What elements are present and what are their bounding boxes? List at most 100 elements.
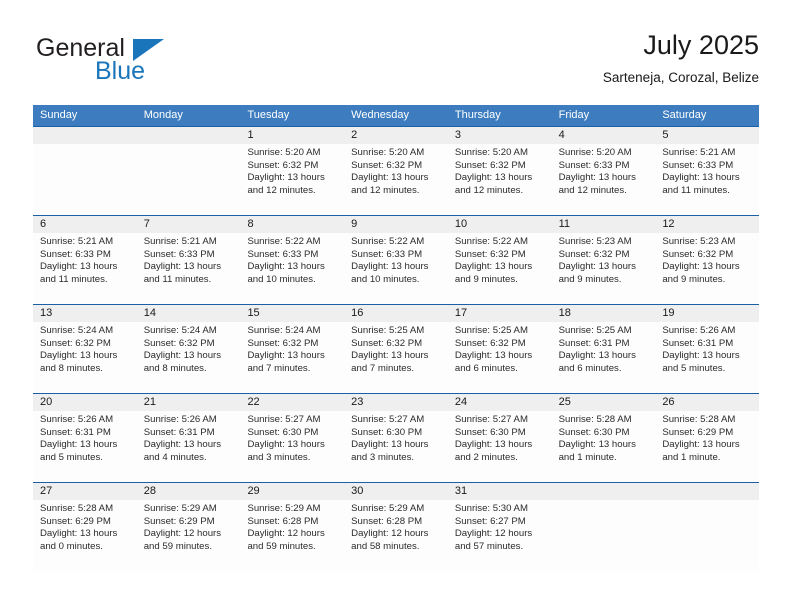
daylight-text: Daylight: 13 hours and 9 minutes. xyxy=(662,261,740,285)
calendar-day-cell-empty xyxy=(136,127,241,215)
day-number: 15 xyxy=(240,305,345,322)
calendar-day-cell[interactable]: 16 Sunrise: 5:25 AM Sunset: 6:32 PM Dayligh… xyxy=(344,305,448,393)
day-details: Sunrise: 5:20 AM Sunset: 6:33 PM Daylight:… xyxy=(552,144,656,197)
day-number: 1 xyxy=(240,127,345,144)
daylight-text: Daylight: 13 hours and 8 minutes. xyxy=(143,350,222,374)
day-number: 31 xyxy=(447,483,552,500)
day-details: Sunrise: 5:24 AM Sunset: 6:32 PM Daylight:… xyxy=(240,322,344,375)
calendar-day-cell[interactable]: 10 Sunrise: 5:22 AM Sunset: 6:32 PM Dayligh… xyxy=(447,216,552,304)
calendar-day-cell[interactable]: 24 Sunrise: 5:27 AM Sunset: 6:30 PM Dayligh… xyxy=(447,394,552,482)
sunset-text: Sunset: 6:33 PM xyxy=(662,159,734,171)
calendar-day-cell[interactable]: 28 Sunrise: 5:29 AM Sunset: 6:29 PM Dayligh… xyxy=(136,483,241,571)
sunrise-text: Sunrise: 5:20 AM xyxy=(351,147,425,158)
day-details: Sunrise: 5:29 AM Sunset: 6:28 PM Daylight:… xyxy=(240,500,344,553)
calendar-day-cell[interactable]: 1 Sunrise: 5:20 AM Sunset: 6:32 PM Daylight… xyxy=(240,127,345,215)
day-details: Sunrise: 5:25 AM Sunset: 6:32 PM Daylight:… xyxy=(448,322,552,375)
day-details: Sunrise: 5:20 AM Sunset: 6:32 PM Daylight:… xyxy=(240,144,344,197)
calendar-day-cell[interactable]: 30 Sunrise: 5:29 AM Sunset: 6:28 PM Dayligh… xyxy=(344,483,448,571)
calendar-day-cell[interactable]: 7 Sunrise: 5:21 AM Sunset: 6:33 PM Daylight… xyxy=(136,216,241,304)
calendar-page: General Blue July 2025 Sarteneja, Coroza… xyxy=(0,0,792,612)
day-details: Sunrise: 5:23 AM Sunset: 6:32 PM Daylight:… xyxy=(655,233,759,286)
calendar-day-cell[interactable]: 25 Sunrise: 5:28 AM Sunset: 6:30 PM Dayligh… xyxy=(551,394,656,482)
sunrise-text: Sunrise: 5:26 AM xyxy=(40,414,114,425)
calendar-day-cell[interactable]: 2 Sunrise: 5:20 AM Sunset: 6:32 PM Daylight… xyxy=(344,127,448,215)
sunrise-text: Sunrise: 5:24 AM xyxy=(247,325,321,336)
daylight-text: Daylight: 13 hours and 1 minute. xyxy=(662,439,740,463)
day-details: Sunrise: 5:24 AM Sunset: 6:32 PM Daylight:… xyxy=(137,322,241,375)
sunset-text: Sunset: 6:31 PM xyxy=(662,337,734,349)
sunset-text: Sunset: 6:32 PM xyxy=(351,337,423,349)
calendar-day-cell[interactable]: 14 Sunrise: 5:24 AM Sunset: 6:32 PM Dayligh… xyxy=(136,305,241,393)
calendar-day-cell[interactable]: 17 Sunrise: 5:25 AM Sunset: 6:32 PM Dayligh… xyxy=(447,305,552,393)
sunrise-text: Sunrise: 5:28 AM xyxy=(40,503,114,514)
sunset-text: Sunset: 6:27 PM xyxy=(454,515,526,527)
day-number: 19 xyxy=(655,305,760,322)
sunrise-text: Sunrise: 5:29 AM xyxy=(143,503,217,514)
calendar-day-cell[interactable]: 27 Sunrise: 5:28 AM Sunset: 6:29 PM Dayligh… xyxy=(33,483,137,571)
sunrise-text: Sunrise: 5:21 AM xyxy=(143,236,217,247)
daylight-text: Daylight: 13 hours and 11 minutes. xyxy=(143,261,222,285)
daylight-text: Daylight: 13 hours and 3 minutes. xyxy=(351,439,429,463)
calendar-day-cell[interactable]: 31 Sunrise: 5:30 AM Sunset: 6:27 PM Dayligh… xyxy=(447,483,552,571)
day-details: Sunrise: 5:25 AM Sunset: 6:31 PM Daylight:… xyxy=(552,322,656,375)
day-number: 17 xyxy=(447,305,552,322)
sunset-text: Sunset: 6:28 PM xyxy=(351,515,423,527)
calendar-day-cell[interactable]: 23 Sunrise: 5:27 AM Sunset: 6:30 PM Dayligh… xyxy=(344,394,448,482)
calendar-day-cell[interactable]: 12 Sunrise: 5:23 AM Sunset: 6:32 PM Dayligh… xyxy=(655,216,760,304)
calendar-day-cell[interactable]: 21 Sunrise: 5:26 AM Sunset: 6:31 PM Dayligh… xyxy=(136,394,241,482)
day-details: Sunrise: 5:22 AM Sunset: 6:33 PM Daylight:… xyxy=(240,233,344,286)
calendar-day-cell[interactable]: 5 Sunrise: 5:21 AM Sunset: 6:33 PM Daylight… xyxy=(655,127,760,215)
calendar-day-cell[interactable]: 8 Sunrise: 5:22 AM Sunset: 6:33 PM Daylight… xyxy=(240,216,345,304)
sunset-text: Sunset: 6:32 PM xyxy=(558,248,630,260)
sunrise-text: Sunrise: 5:20 AM xyxy=(558,147,632,158)
day-number: 21 xyxy=(136,394,241,411)
daylight-text: Daylight: 13 hours and 5 minutes. xyxy=(40,439,118,463)
calendar-day-cell[interactable]: 29 Sunrise: 5:29 AM Sunset: 6:28 PM Dayligh… xyxy=(240,483,345,571)
day-details: Sunrise: 5:27 AM Sunset: 6:30 PM Daylight:… xyxy=(240,411,344,464)
day-number xyxy=(655,483,760,500)
daylight-text: Daylight: 13 hours and 4 minutes. xyxy=(143,439,222,463)
calendar-day-cell[interactable]: 22 Sunrise: 5:27 AM Sunset: 6:30 PM Dayligh… xyxy=(240,394,345,482)
calendar-day-cell[interactable]: 4 Sunrise: 5:20 AM Sunset: 6:33 PM Daylight… xyxy=(551,127,656,215)
calendar-day-cell[interactable]: 15 Sunrise: 5:24 AM Sunset: 6:32 PM Dayligh… xyxy=(240,305,345,393)
weekday-header-thursday: Thursday xyxy=(454,109,501,121)
calendar-day-cell[interactable]: 26 Sunrise: 5:28 AM Sunset: 6:29 PM Dayligh… xyxy=(655,394,760,482)
daylight-text: Daylight: 13 hours and 12 minutes. xyxy=(558,172,636,196)
sunrise-text: Sunrise: 5:22 AM xyxy=(454,236,528,247)
day-number xyxy=(551,483,656,500)
sunset-text: Sunset: 6:31 PM xyxy=(143,426,215,438)
daylight-text: Daylight: 13 hours and 9 minutes. xyxy=(558,261,636,285)
sunrise-text: Sunrise: 5:20 AM xyxy=(247,147,321,158)
sunrise-text: Sunrise: 5:21 AM xyxy=(40,236,114,247)
day-number: 20 xyxy=(33,394,137,411)
calendar-day-cell[interactable]: 6 Sunrise: 5:21 AM Sunset: 6:33 PM Daylight… xyxy=(33,216,137,304)
calendar-day-cell[interactable]: 9 Sunrise: 5:22 AM Sunset: 6:33 PM Daylight… xyxy=(344,216,448,304)
calendar-weeks: 1 Sunrise: 5:20 AM Sunset: 6:32 PM Daylight… xyxy=(33,126,760,571)
day-number: 22 xyxy=(240,394,345,411)
calendar-day-cell-empty xyxy=(655,483,760,571)
day-number: 13 xyxy=(33,305,137,322)
sunrise-text: Sunrise: 5:21 AM xyxy=(662,147,736,158)
calendar-day-cell-empty xyxy=(33,127,137,215)
page-title: July 2025 xyxy=(643,30,759,60)
calendar-day-cell[interactable]: 18 Sunrise: 5:25 AM Sunset: 6:31 PM Dayligh… xyxy=(551,305,656,393)
calendar-day-cell[interactable]: 13 Sunrise: 5:24 AM Sunset: 6:32 PM Dayligh… xyxy=(33,305,137,393)
day-number: 30 xyxy=(344,483,448,500)
daylight-text: Daylight: 13 hours and 12 minutes. xyxy=(351,172,429,196)
sunset-text: Sunset: 6:32 PM xyxy=(662,248,734,260)
sunset-text: Sunset: 6:33 PM xyxy=(558,159,630,171)
calendar-day-cell[interactable]: 11 Sunrise: 5:23 AM Sunset: 6:32 PM Dayligh… xyxy=(551,216,656,304)
day-details: Sunrise: 5:29 AM Sunset: 6:29 PM Daylight:… xyxy=(137,500,241,553)
calendar-day-cell[interactable]: 19 Sunrise: 5:26 AM Sunset: 6:31 PM Dayligh… xyxy=(655,305,760,393)
sunset-text: Sunset: 6:33 PM xyxy=(351,248,423,260)
calendar-day-cell[interactable]: 3 Sunrise: 5:20 AM Sunset: 6:32 PM Daylight… xyxy=(447,127,552,215)
calendar-grid: Sunday Monday Tuesday Wednesday Thursday Frid… xyxy=(33,105,760,571)
calendar-day-cell[interactable]: 20 Sunrise: 5:26 AM Sunset: 6:31 PM Dayligh… xyxy=(33,394,137,482)
sunset-text: Sunset: 6:33 PM xyxy=(143,248,215,260)
weekday-header-sunday: Sunday xyxy=(40,109,78,121)
day-number: 4 xyxy=(551,127,656,144)
daylight-text: Daylight: 13 hours and 7 minutes. xyxy=(247,350,325,374)
general-blue-logo[interactable]: General Blue xyxy=(36,34,246,90)
sunset-text: Sunset: 6:30 PM xyxy=(247,426,319,438)
daylight-text: Daylight: 13 hours and 10 minutes. xyxy=(351,261,429,285)
